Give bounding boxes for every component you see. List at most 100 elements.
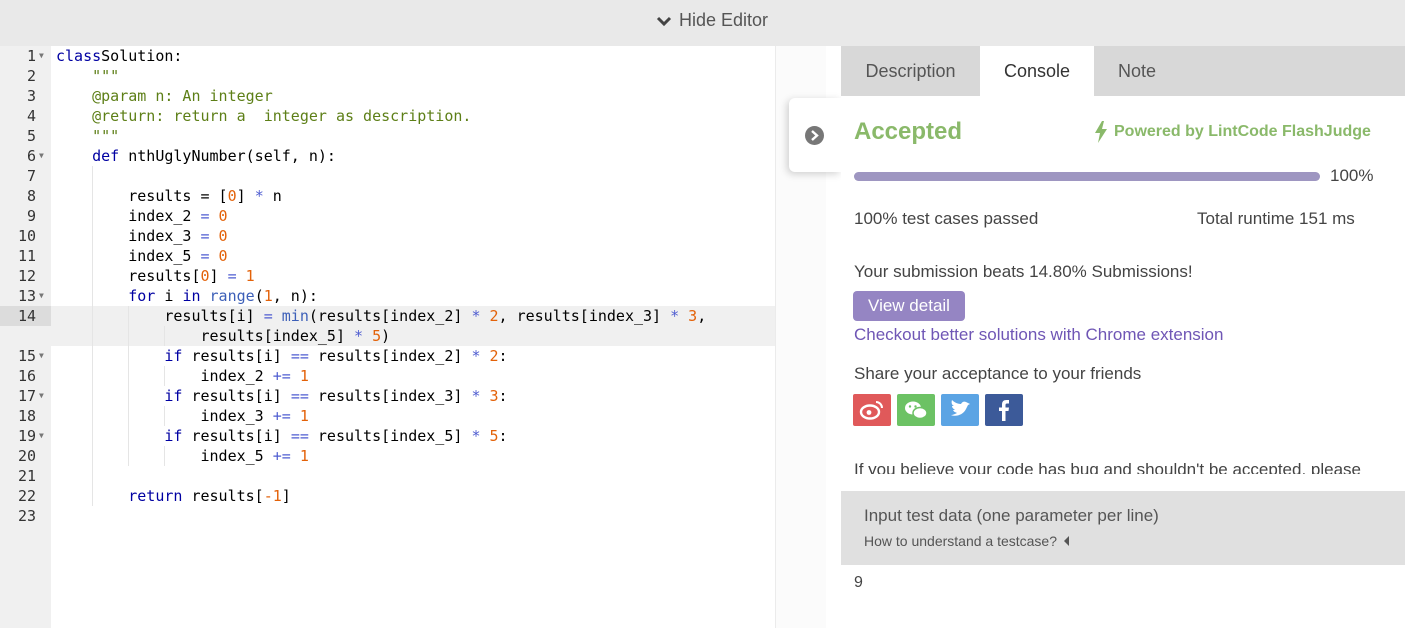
indent-guide bbox=[164, 366, 165, 386]
code-token: 3 bbox=[679, 307, 698, 325]
code-token: += bbox=[272, 367, 291, 385]
weibo-share-button[interactable] bbox=[853, 394, 891, 426]
tab-console[interactable]: Console bbox=[980, 46, 1094, 96]
code-token: ] bbox=[209, 267, 228, 285]
code-line[interactable]: 7 bbox=[0, 166, 775, 186]
code-text: index_5 += 1 bbox=[56, 446, 308, 466]
code-line[interactable]: 4 @return: return a integer as descripti… bbox=[0, 106, 775, 126]
code-text: results = [0] * n bbox=[56, 186, 282, 206]
code-line[interactable]: 19 ▼ if results[i] == results[index_5] * … bbox=[0, 426, 775, 446]
chevron-right-icon bbox=[805, 126, 824, 145]
code-line[interactable]: 17 ▼ if results[i] == results[index_3] * … bbox=[0, 386, 775, 406]
code-line[interactable]: 12 results[0] = 1 bbox=[0, 266, 775, 286]
code-line[interactable]: 21 bbox=[0, 466, 775, 486]
testcase-help-link[interactable]: How to understand a testcase? bbox=[864, 533, 1070, 549]
code-token: index_5 bbox=[56, 247, 201, 265]
code-token: results[i] bbox=[56, 307, 264, 325]
code-line[interactable]: 16 index_2 += 1 bbox=[0, 366, 775, 386]
code-token: results[i] bbox=[191, 387, 291, 405]
caret-left-icon bbox=[1064, 536, 1070, 546]
code-text: index_3 = 0 bbox=[56, 226, 227, 246]
code-token: results = [ bbox=[56, 187, 228, 205]
code-token: i bbox=[164, 287, 183, 305]
code-line[interactable]: 13 ▼ for i in range(1, n): bbox=[0, 286, 775, 306]
code-token: 5 bbox=[363, 327, 382, 345]
code-text: results[i] = min(results[index_2] * 2, r… bbox=[56, 306, 706, 326]
fold-arrow-icon[interactable]: ▼ bbox=[39, 286, 44, 306]
code-line[interactable]: 14 results[i] = min(results[index_2] * 2… bbox=[0, 306, 775, 326]
checkout-link[interactable]: Checkout better solutions with Chrome ex… bbox=[854, 325, 1223, 345]
code-token: if bbox=[56, 427, 192, 445]
code-line[interactable]: results[index_5] * 5) bbox=[0, 326, 775, 346]
twitter-share-button[interactable] bbox=[941, 394, 979, 426]
line-number: 23 bbox=[17, 507, 36, 525]
code-line[interactable]: 5 """ bbox=[0, 126, 775, 146]
test-data-input[interactable]: 9 bbox=[854, 574, 863, 592]
fold-arrow-icon[interactable]: ▼ bbox=[39, 386, 44, 406]
bug-report-note: If you believe your code has bug and sho… bbox=[854, 460, 1361, 474]
fold-arrow-icon[interactable]: ▼ bbox=[39, 146, 44, 166]
input-test-data-title: Input test data (one parameter per line) bbox=[864, 506, 1159, 525]
code-line[interactable]: 2 """ bbox=[0, 66, 775, 86]
code-token: results[ bbox=[56, 267, 201, 285]
code-line[interactable]: 10 index_3 = 0 bbox=[0, 226, 775, 246]
code-token: : bbox=[498, 427, 508, 445]
progress-bar bbox=[854, 172, 1320, 181]
code-editor[interactable]: 1 ▼ classSolution: 2 """ 3 @param n: An inte… bbox=[0, 46, 826, 628]
code-text: """ bbox=[56, 126, 119, 146]
code-token: * bbox=[670, 307, 680, 325]
code-line[interactable]: 1 ▼ classSolution: bbox=[0, 46, 775, 66]
code-text: for i in range(1, n): bbox=[56, 286, 318, 306]
indent-guide bbox=[164, 406, 165, 426]
code-text: results[0] = 1 bbox=[56, 266, 254, 286]
tab-note[interactable]: Note bbox=[1094, 46, 1180, 96]
facebook-share-button[interactable] bbox=[985, 394, 1023, 426]
view-detail-button[interactable]: View detail bbox=[853, 291, 965, 321]
code-line[interactable]: 3 @param n: An integer bbox=[0, 86, 775, 106]
line-number: 5 bbox=[26, 127, 36, 145]
line-number: 14 bbox=[17, 307, 36, 325]
code-token: def bbox=[56, 147, 129, 165]
code-token: min bbox=[272, 307, 309, 325]
code-line[interactable]: 6 ▼ def nthUglyNumber(self, n): bbox=[0, 146, 775, 166]
wechat-share-button[interactable] bbox=[897, 394, 935, 426]
code-token: ] bbox=[236, 187, 255, 205]
fold-arrow-icon[interactable]: ▼ bbox=[39, 426, 44, 446]
code-line[interactable]: 15 ▼ if results[i] == results[index_2] * … bbox=[0, 346, 775, 366]
code-token: results[index_2] bbox=[308, 347, 472, 365]
indent-guide bbox=[164, 446, 165, 466]
code-token: Solution: bbox=[101, 47, 183, 65]
wechat-icon bbox=[905, 401, 928, 420]
code-line[interactable]: 8 results = [0] * n bbox=[0, 186, 775, 206]
line-number: 13 bbox=[17, 287, 36, 305]
code-line[interactable]: 20 index_5 += 1 bbox=[0, 446, 775, 466]
code-line[interactable]: 23 bbox=[0, 506, 775, 526]
hide-editor-button[interactable]: Hide Editor bbox=[656, 10, 768, 31]
code-line[interactable]: 22 return results[-1] bbox=[0, 486, 775, 506]
powered-by-label: Powered by LintCode FlashJudge bbox=[1114, 123, 1371, 140]
code-token: 5 bbox=[480, 427, 499, 445]
code-token: += bbox=[272, 407, 291, 425]
powered-by: Powered by LintCode FlashJudge bbox=[1094, 121, 1371, 143]
code-token: 0 bbox=[209, 207, 228, 225]
code-line[interactable]: 9 index_2 = 0 bbox=[0, 206, 775, 226]
code-line[interactable]: 11 index_5 = 0 bbox=[0, 246, 775, 266]
code-text: @return: return a integer as description… bbox=[56, 106, 471, 126]
line-number: 17 bbox=[17, 387, 36, 405]
line-number: 8 bbox=[26, 187, 36, 205]
line-number: 4 bbox=[26, 107, 36, 125]
code-line[interactable]: 18 index_3 += 1 bbox=[0, 406, 775, 426]
code-token: 1 bbox=[290, 407, 309, 425]
fold-arrow-icon[interactable]: ▼ bbox=[39, 46, 44, 66]
top-bar: Hide Editor bbox=[0, 0, 1405, 46]
line-number: 1 bbox=[26, 47, 36, 65]
fold-arrow-icon[interactable]: ▼ bbox=[39, 346, 44, 366]
share-heading: Share your acceptance to your friends bbox=[854, 364, 1142, 383]
code-token: 1 bbox=[263, 287, 273, 305]
line-number: 16 bbox=[17, 367, 36, 385]
tab-description[interactable]: Description bbox=[841, 46, 980, 96]
facebook-icon bbox=[999, 400, 1009, 421]
code-token: nthUglyNumber(self, n): bbox=[128, 147, 336, 165]
code-token: ] bbox=[281, 487, 291, 505]
collapse-panel-button[interactable] bbox=[789, 98, 841, 172]
